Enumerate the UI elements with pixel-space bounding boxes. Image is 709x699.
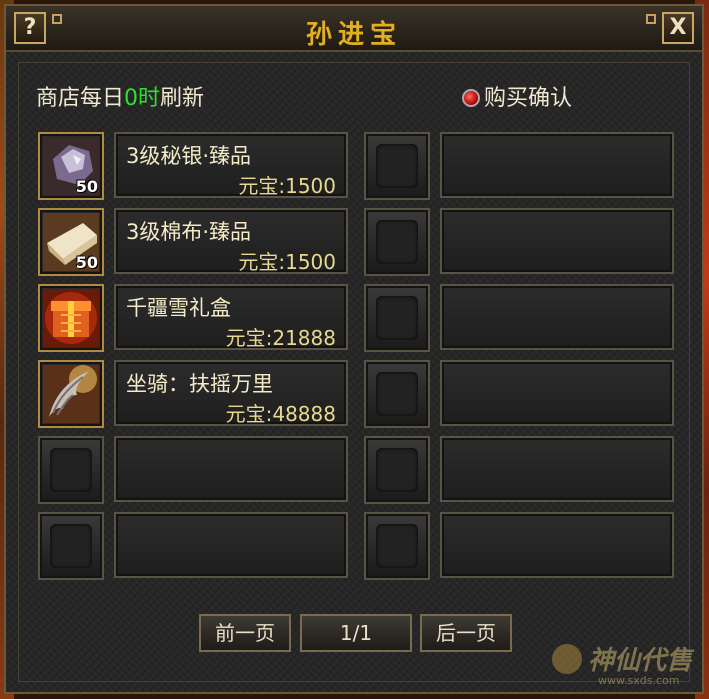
- purchase-confirm-toggle[interactable]: 购买确认: [462, 80, 572, 112]
- empty-item-info: [440, 512, 674, 578]
- item-info-silver[interactable]: 3级秘银·臻品 元宝:1500: [114, 132, 348, 198]
- empty-item-slot[interactable]: [364, 208, 430, 276]
- item-slot-gift-box[interactable]: [38, 284, 104, 352]
- empty-item-slot[interactable]: [364, 132, 430, 200]
- item-quantity: 50: [75, 253, 98, 272]
- mount-wing-icon: [43, 365, 99, 423]
- item-price: 元宝:48888: [225, 402, 336, 426]
- item-price: 元宝:21888: [225, 326, 336, 350]
- next-page-button[interactable]: 后一页: [420, 614, 512, 652]
- close-button[interactable]: X: [662, 12, 694, 44]
- refresh-prefix: 商店每日: [36, 86, 125, 111]
- item-name: 坐骑：扶摇万里: [126, 372, 273, 396]
- empty-item-info: [114, 436, 348, 502]
- empty-item-info: [440, 360, 674, 426]
- window-title: 孙进宝: [305, 20, 402, 50]
- refresh-info: 商店每日0时刷新: [36, 80, 204, 112]
- empty-item-slot[interactable]: [364, 284, 430, 352]
- item-info-cotton[interactable]: 3级棉布·臻品 元宝:1500: [114, 208, 348, 274]
- empty-item-slot[interactable]: [364, 512, 430, 580]
- item-slot-cotton[interactable]: 50: [38, 208, 104, 276]
- empty-item-slot[interactable]: [364, 436, 430, 504]
- empty-item-info: [440, 208, 674, 274]
- refresh-suffix: 刷新: [160, 86, 205, 111]
- gift-box-icon: [43, 289, 99, 347]
- item-price: 元宝:1500: [238, 174, 336, 198]
- empty-item-slot[interactable]: [38, 512, 104, 580]
- prev-page-button[interactable]: 前一页: [199, 614, 291, 652]
- empty-item-slot[interactable]: [364, 360, 430, 428]
- watermark-logo-icon: [552, 644, 582, 674]
- item-quantity: 50: [75, 177, 98, 196]
- empty-item-slot[interactable]: [38, 436, 104, 504]
- item-slot-mount[interactable]: [38, 360, 104, 428]
- item-name: 千疆雪礼盒: [126, 296, 231, 320]
- corner-ornament-icon: [646, 14, 656, 24]
- item-price: 元宝:1500: [238, 250, 336, 274]
- empty-item-info: [440, 284, 674, 350]
- item-info-gift-box[interactable]: 千疆雪礼盒 元宝:21888: [114, 284, 348, 350]
- item-name: 3级棉布·臻品: [126, 220, 252, 244]
- watermark-text: 神仙代售: [588, 646, 693, 676]
- empty-item-info: [114, 512, 348, 578]
- item-slot-silver[interactable]: 50: [38, 132, 104, 200]
- item-info-mount[interactable]: 坐骑：扶摇万里 元宝:48888: [114, 360, 348, 426]
- empty-item-info: [440, 436, 674, 502]
- title-bar[interactable]: ? 孙进宝 X: [6, 6, 702, 52]
- radio-on-icon[interactable]: [462, 89, 480, 107]
- page-indicator: 1/1: [300, 614, 412, 652]
- refresh-hour: 0时: [124, 86, 161, 111]
- watermark-url: www.sxds.com: [598, 674, 680, 687]
- purchase-confirm-label: 购买确认: [484, 86, 573, 111]
- empty-item-info: [440, 132, 674, 198]
- item-name: 3级秘银·臻品: [126, 144, 252, 168]
